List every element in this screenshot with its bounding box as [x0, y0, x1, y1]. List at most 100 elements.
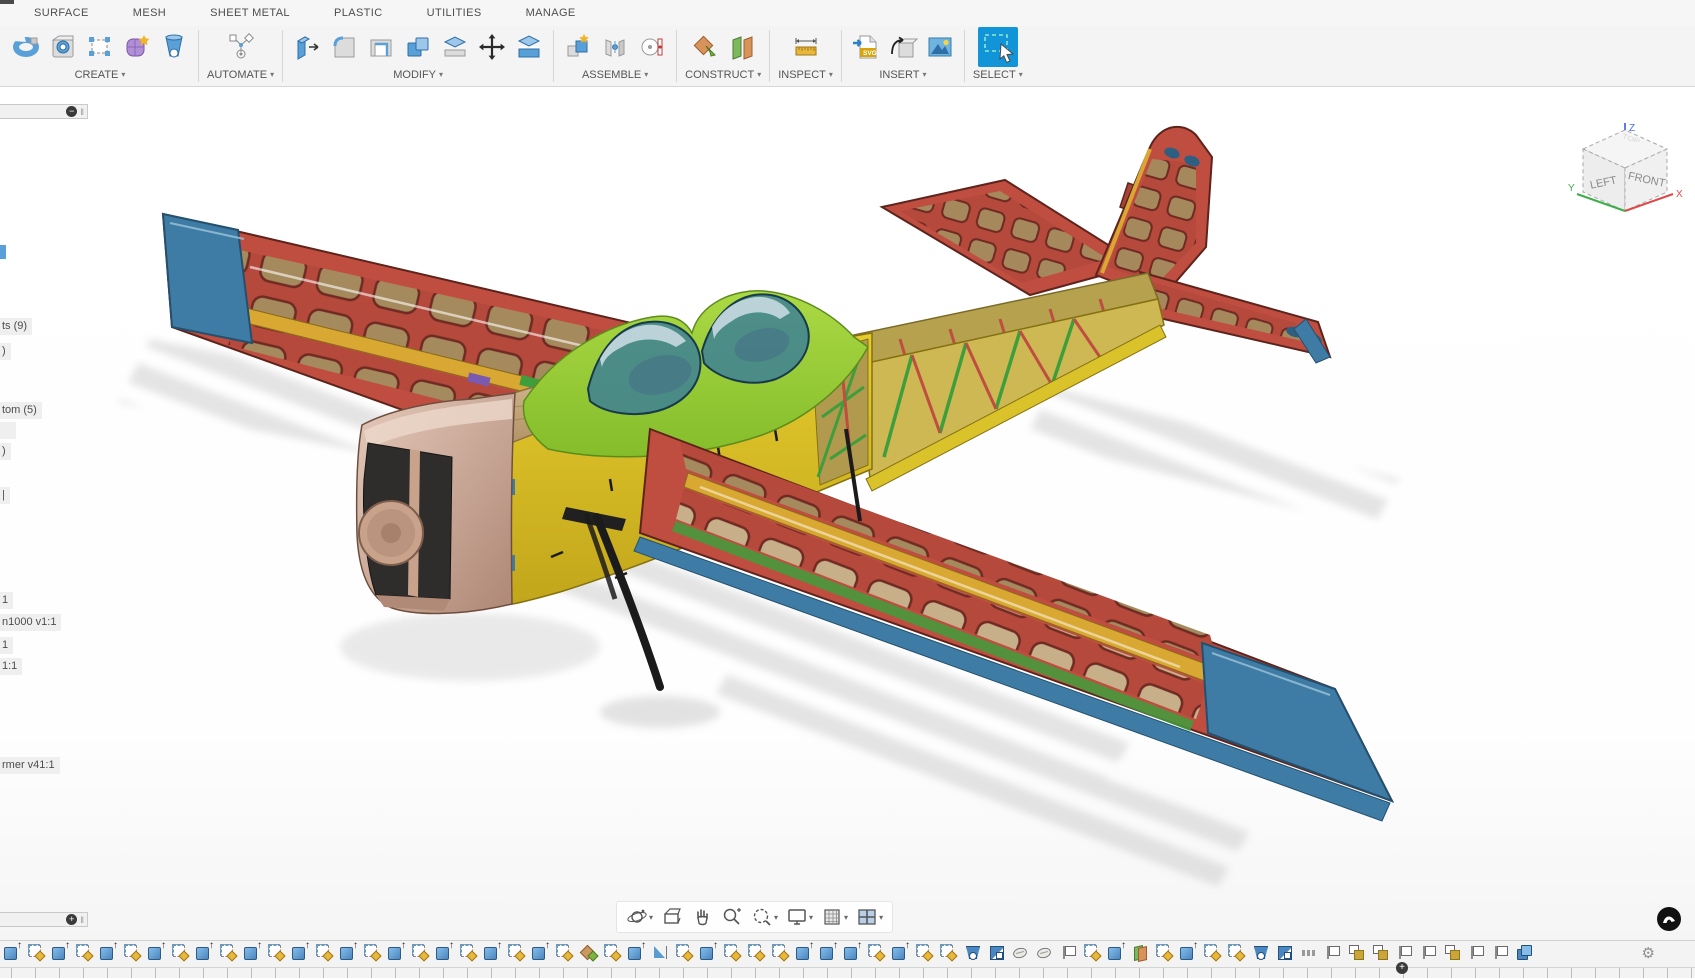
timeline-feature-sketch[interactable]	[1084, 944, 1101, 961]
hole-icon[interactable]	[47, 31, 79, 63]
select-menu[interactable]: SELECT▾	[973, 67, 1023, 82]
timeline-feature-extrude[interactable]	[196, 944, 213, 961]
timeline-feature-boundary-fill[interactable]	[1276, 944, 1293, 961]
timeline[interactable]: ⚙ +	[0, 940, 1695, 978]
timeline-feature-sketch[interactable]	[28, 944, 45, 961]
pan-button[interactable]	[688, 904, 716, 930]
timeline-feature-extrude[interactable]	[532, 944, 549, 961]
look-at-button[interactable]	[658, 904, 686, 930]
tab-surface[interactable]: SURFACE	[34, 7, 89, 19]
timeline-feature-sketch[interactable]	[268, 944, 285, 961]
timeline-feature-sketch[interactable]	[604, 944, 621, 961]
timeline-playhead[interactable]: +	[1396, 962, 1408, 974]
combine-icon[interactable]	[402, 31, 434, 63]
browser-item[interactable]: |	[0, 487, 10, 504]
browser-item[interactable]: 1	[0, 637, 13, 654]
drag-grip-icon[interactable]: ‖	[80, 107, 84, 117]
measure-icon[interactable]	[790, 31, 822, 63]
timeline-feature-sketch[interactable]	[1228, 944, 1245, 961]
joint-icon[interactable]	[599, 31, 631, 63]
loft-icon[interactable]	[158, 31, 190, 63]
browser-item[interactable]: )	[0, 443, 11, 460]
timeline-feature-flag[interactable]	[1060, 944, 1077, 961]
timeline-feature-sketch[interactable]	[220, 944, 237, 961]
derive-icon[interactable]	[887, 31, 919, 63]
modify-menu[interactable]: MODIFY▾	[393, 67, 443, 82]
split-body-icon[interactable]	[513, 31, 545, 63]
timeline-feature-mirror[interactable]	[652, 944, 669, 961]
timeline-feature-combine[interactable]	[1516, 944, 1533, 961]
timeline-feature-sketch[interactable]	[316, 944, 333, 961]
timeline-feature-extrude[interactable]	[1108, 944, 1125, 961]
display-settings-button[interactable]: ▾	[783, 904, 816, 930]
tab-mesh[interactable]: MESH	[133, 7, 166, 19]
timeline-feature-rectangular-pattern[interactable]	[1300, 944, 1317, 961]
timeline-feature-sketch[interactable]	[772, 944, 789, 961]
timeline-feature-sketch[interactable]	[1156, 944, 1173, 961]
orbit-button[interactable]: ▾	[623, 904, 656, 930]
timeline-feature-derive[interactable]	[1348, 944, 1365, 961]
construct-menu[interactable]: CONSTRUCT▾	[685, 67, 761, 82]
timeline-feature-sketch[interactable]	[676, 944, 693, 961]
offset-plane-icon[interactable]	[726, 31, 758, 63]
revolve-icon[interactable]	[10, 31, 42, 63]
timeline-feature-sketch[interactable]	[868, 944, 885, 961]
fillet-icon[interactable]	[328, 31, 360, 63]
timeline-feature-sketch[interactable]	[124, 944, 141, 961]
browser-item-icon[interactable]	[0, 245, 6, 259]
timeline-feature-offset-plane[interactable]	[1132, 944, 1149, 961]
automate-menu[interactable]: AUTOMATE▾	[207, 67, 274, 82]
browser-item[interactable]: 1:1	[0, 658, 22, 675]
timeline-feature-sketch[interactable]	[1204, 944, 1221, 961]
timeline-settings-gear-icon[interactable]: ⚙	[1642, 946, 1655, 961]
browser-item[interactable]: )	[0, 343, 11, 360]
canvas-icon[interactable]	[924, 31, 956, 63]
timeline-feature-extrude[interactable]	[436, 944, 453, 961]
timeline-feature-flag[interactable]	[1420, 944, 1437, 961]
midplane-icon[interactable]	[689, 31, 721, 63]
timeline-ruler[interactable]: +	[0, 967, 1695, 978]
timeline-feature-midplane[interactable]	[580, 944, 597, 961]
inspect-menu[interactable]: INSPECT▾	[778, 67, 833, 82]
timeline-feature-flag[interactable]	[1468, 944, 1485, 961]
timeline-feature-flag[interactable]	[1324, 944, 1341, 961]
timeline-feature-extrude[interactable]	[340, 944, 357, 961]
assistant-badge[interactable]	[1656, 906, 1682, 932]
create-sketch-icon[interactable]	[84, 31, 116, 63]
browser-item[interactable]: tom (5)	[0, 402, 42, 419]
timeline-feature-sketch[interactable]	[916, 944, 933, 961]
shell-icon[interactable]	[365, 31, 397, 63]
timeline-feature-patch[interactable]	[1036, 944, 1053, 961]
timeline-feature-sketch[interactable]	[940, 944, 957, 961]
tab-utilities[interactable]: UTILITIES	[427, 7, 482, 19]
grid-and-snaps-button[interactable]: ▾	[818, 904, 851, 930]
timeline-feature-flag[interactable]	[1492, 944, 1509, 961]
timeline-feature-sketch[interactable]	[724, 944, 741, 961]
timeline-feature-extrude[interactable]	[628, 944, 645, 961]
assemble-menu[interactable]: ASSEMBLE▾	[582, 67, 648, 82]
browser-item[interactable]: 1	[0, 592, 13, 609]
new-component-icon[interactable]	[562, 31, 594, 63]
viewports-button[interactable]: ▾	[853, 904, 886, 930]
browser-item[interactable]	[0, 422, 16, 439]
timeline-feature-extrude[interactable]	[1180, 944, 1197, 961]
timeline-feature-extrude[interactable]	[292, 944, 309, 961]
timeline-feature-derive[interactable]	[1444, 944, 1461, 961]
timeline-feature-sketch[interactable]	[556, 944, 573, 961]
browser-item[interactable]: rmer v41:1	[0, 757, 60, 774]
timeline-feature-sketch[interactable]	[412, 944, 429, 961]
timeline-feature-sketch[interactable]	[76, 944, 93, 961]
timeline-feature-hole[interactable]	[1252, 944, 1269, 961]
timeline-feature-boundary-fill[interactable]	[988, 944, 1005, 961]
tab-plastic[interactable]: PLASTIC	[334, 7, 383, 19]
collapse-icon[interactable]: −	[66, 106, 77, 117]
timeline-feature-extrude[interactable]	[892, 944, 909, 961]
timeline-feature-sketch[interactable]	[172, 944, 189, 961]
press-pull-icon[interactable]	[291, 31, 323, 63]
joint-origin-icon[interactable]	[636, 31, 668, 63]
insert-svg-icon[interactable]: SVG	[850, 31, 882, 63]
timeline-feature-extrude[interactable]	[700, 944, 717, 961]
timeline-feature-extrude[interactable]	[244, 944, 261, 961]
tab-manage[interactable]: MANAGE	[526, 7, 576, 19]
timeline-feature-flag[interactable]	[1396, 944, 1413, 961]
